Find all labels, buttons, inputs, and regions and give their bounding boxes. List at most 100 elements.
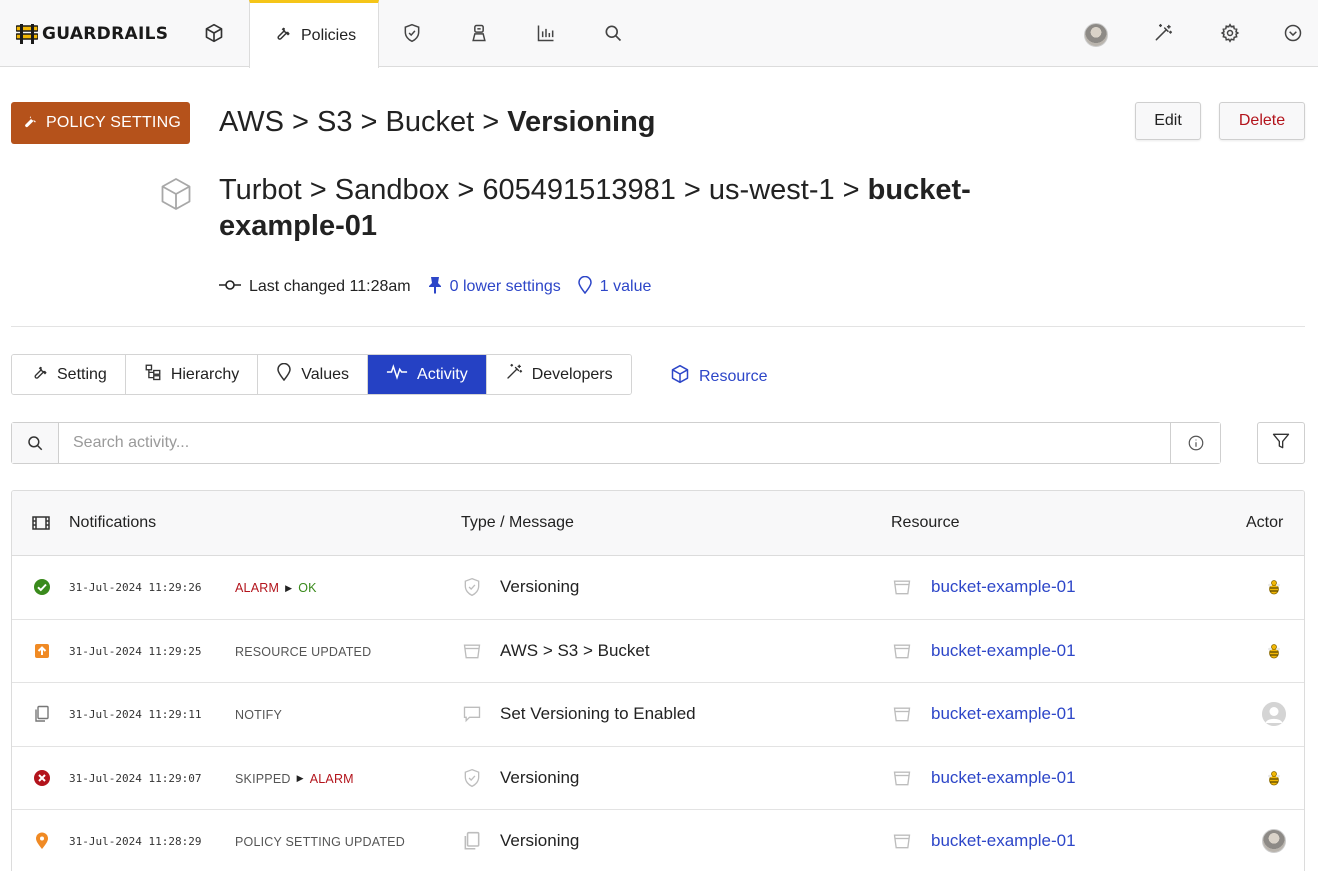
actor-bee-icon[interactable] [1262,639,1286,663]
table-row[interactable]: 31-Jul-2024 11:29:26 ALARM ▶ OK Versioni… [12,556,1304,620]
tab-policies[interactable]: Policies [249,0,379,68]
bucket-icon [462,641,482,661]
tab-label: Activity [417,365,468,383]
top-nav: GUARDRAILS Policies [0,0,1318,68]
row-time: 31-Jul-2024 11:28:29 [69,835,202,848]
row-resource-link[interactable]: bucket-example-01 [931,831,1076,851]
filter-button[interactable] [1257,422,1305,464]
ok-status-icon [33,578,51,596]
guardrails-logo-icon [15,24,39,44]
magic-wand-icon[interactable] [1152,22,1174,44]
row-message[interactable]: Set Versioning to Enabled [500,704,696,724]
bucket-icon [892,577,912,597]
table-row[interactable]: 31-Jul-2024 11:29:11 NOTIFY Set Versioni… [12,683,1304,747]
arrow-right-icon: ▶ [285,582,293,593]
table-row[interactable]: 31-Jul-2024 11:28:29 POLICY SETTING UPDA… [12,810,1304,871]
resource-title: Turbot > Sandbox > 605491513981 > us-wes… [219,172,999,244]
arrow-up-status-icon [33,642,51,660]
meta-bar: Last changed 11:28am 0 lower settings 1 … [219,275,668,299]
tab-activity[interactable]: Activity [368,355,487,394]
row-message[interactable]: Versioning [500,768,579,788]
tab-values[interactable]: Values [258,355,369,394]
row-type: ALARM ▶ OK [235,581,317,595]
row-time: 31-Jul-2024 11:29:11 [69,708,202,721]
row-resource-link[interactable]: bucket-example-01 [931,641,1076,661]
search-bar [11,422,1221,464]
search-icon[interactable] [602,22,624,44]
error-status-icon [33,769,51,787]
shield-check-icon[interactable] [401,22,423,44]
location-pin-icon [578,275,592,299]
badge-label: POLICY SETTING [46,114,181,131]
table-row[interactable]: 31-Jul-2024 11:29:25 RESOURCE UPDATED AW… [12,620,1304,683]
bucket-icon [892,704,912,724]
copy-icon [462,831,482,851]
header-resource[interactable]: Resource [891,514,959,532]
bucket-icon [892,641,912,661]
table-header: Notifications Type / Message Resource Ac… [12,491,1304,556]
page-title: AWS > S3 > Bucket > Versioning [219,106,656,139]
wrench-icon [273,24,291,47]
row-message[interactable]: AWS > S3 > Bucket [500,641,650,661]
pin-outline-icon [276,362,292,386]
info-icon[interactable] [1170,423,1220,463]
divider [11,326,1305,327]
actor-anonymous-avatar[interactable] [1262,702,1286,726]
chevron-down-circle-icon[interactable] [1282,22,1304,44]
location-pin-status-icon [33,832,51,850]
actor-avatar[interactable] [1262,829,1286,853]
shield-icon [462,768,482,788]
cube-icon[interactable] [203,22,225,44]
tab-bar: Setting Hierarchy Values Activity Develo… [11,354,632,395]
header-notifications[interactable]: Notifications [69,514,156,532]
tab-hierarchy[interactable]: Hierarchy [125,355,259,394]
hierarchy-icon [144,363,162,386]
row-time: 31-Jul-2024 11:29:25 [69,644,202,658]
bot-icon[interactable] [468,22,490,44]
logo[interactable]: GUARDRAILS [15,22,169,46]
bucket-icon [892,831,912,851]
copy-status-icon [33,705,51,723]
cube-icon [670,364,690,389]
tab-developers[interactable]: Developers [486,355,631,394]
search-input[interactable] [59,423,1170,463]
lower-settings-link[interactable]: 0 lower settings [428,276,561,299]
type-to: ALARM [309,771,354,786]
edit-button[interactable]: Edit [1135,102,1201,140]
row-time: 31-Jul-2024 11:29:07 [69,771,202,785]
avatar[interactable] [1084,23,1108,47]
row-resource-link[interactable]: bucket-example-01 [931,577,1076,597]
actor-bee-icon[interactable] [1262,575,1286,599]
wrench-icon [30,363,48,386]
comment-icon [462,704,482,724]
gear-icon[interactable] [1219,22,1241,44]
resource-link-label: Resource [699,367,768,385]
row-time: 31-Jul-2024 11:29:26 [69,581,202,594]
tab-label: Hierarchy [170,365,240,383]
resource-link[interactable]: Resource [670,364,767,389]
shield-icon [462,577,482,597]
type-from: SKIPPED [235,771,291,786]
values-link[interactable]: 1 value [578,275,651,299]
app-name: GUARDRAILS [42,24,169,44]
row-message[interactable]: Versioning [500,577,579,597]
bar-chart-icon[interactable] [535,22,557,44]
pin-icon [428,276,442,299]
row-message[interactable]: Versioning [500,831,579,851]
film-icon [32,515,50,536]
activity-table: Notifications Type / Message Resource Ac… [11,490,1305,871]
delete-button[interactable]: Delete [1219,102,1305,140]
row-type: POLICY SETTING UPDATED [235,835,405,849]
policy-path: AWS > S3 > Bucket > [219,106,508,138]
row-resource-link[interactable]: bucket-example-01 [931,768,1076,788]
row-resource-link[interactable]: bucket-example-01 [931,704,1076,724]
tab-setting[interactable]: Setting [12,355,126,394]
arrow-right-icon: ▶ [296,773,304,783]
search-icon[interactable] [12,423,59,463]
actor-bee-icon[interactable] [1262,766,1286,790]
table-row[interactable]: 31-Jul-2024 11:29:07 SKIPPED ▶ ALARM Ver… [12,747,1304,810]
resource-cube-icon [158,176,194,212]
last-changed-text: Last changed 11:28am [249,278,411,295]
header-type-message[interactable]: Type / Message [461,514,574,532]
header-actor[interactable]: Actor [1246,514,1283,532]
